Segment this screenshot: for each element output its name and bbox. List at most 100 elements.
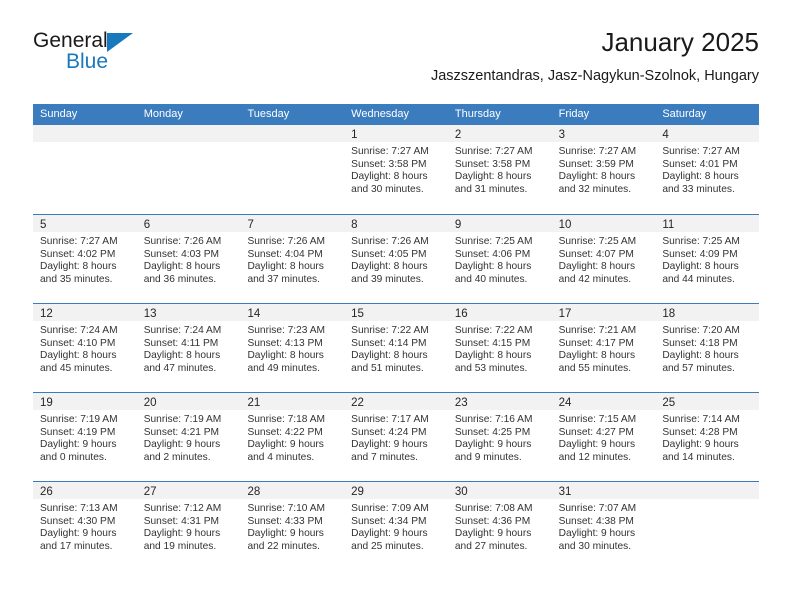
day-number: 30 xyxy=(454,486,468,498)
daylight-text: Daylight: 8 hours xyxy=(40,350,117,362)
day-number: 18 xyxy=(662,308,676,320)
calendar-day-cell[interactable]: 28 Sunrise: 7:10 AM Sunset: 4:33 PM Dayligh… xyxy=(240,482,345,570)
day-number: 12 xyxy=(40,308,53,320)
day-sun-info: Sunrise: 7:08 AM Sunset: 4:36 PM Daylight:… xyxy=(448,499,552,553)
day-number: 28 xyxy=(247,486,261,498)
calendar-day-cell[interactable]: 9 Sunrise: 7:25 AM Sunset: 4:06 PM Daylight… xyxy=(447,215,552,303)
calendar-day-cell[interactable]: 12 Sunrise: 7:24 AM Sunset: 4:10 PM Dayligh… xyxy=(33,304,137,392)
day-number-band: 31 xyxy=(551,482,656,499)
calendar-day-cell[interactable]: 27 Sunrise: 7:12 AM Sunset: 4:31 PM Dayligh… xyxy=(136,482,241,570)
calendar-day-cell[interactable]: 15 Sunrise: 7:22 AM Sunset: 4:14 PM Dayligh… xyxy=(344,304,448,392)
day-number-band: 6 xyxy=(136,215,241,232)
sunrise-text: Sunrise: 7:24 AM xyxy=(40,325,118,336)
calendar-day-cell[interactable]: 29 Sunrise: 7:09 AM Sunset: 4:34 PM Dayligh… xyxy=(344,482,448,570)
sunrise-text: Sunrise: 7:22 AM xyxy=(454,325,533,336)
calendar-day-cell[interactable]: 4 Sunrise: 7:27 AM Sunset: 4:01 PM Daylight… xyxy=(655,125,760,214)
day-sun-info: Sunrise: 7:26 AM Sunset: 4:04 PM Daylight:… xyxy=(240,232,344,286)
day-sun-info: Sunrise: 7:27 AM Sunset: 3:59 PM Daylight:… xyxy=(552,142,656,196)
calendar-day-cell[interactable]: 20 Sunrise: 7:19 AM Sunset: 4:21 PM Dayligh… xyxy=(136,393,241,481)
day-sun-info: Sunrise: 7:10 AM Sunset: 4:33 PM Daylight:… xyxy=(240,499,344,553)
sunset-text: Sunset: 4:04 PM xyxy=(247,248,323,260)
daylight-text: Daylight: 9 hours xyxy=(40,439,117,451)
daylight-text: and 49 minutes. xyxy=(247,362,320,374)
sunrise-text: Sunrise: 7:24 AM xyxy=(143,325,222,336)
day-sun-info xyxy=(240,142,344,146)
calendar-day-cell[interactable]: 3 Sunrise: 7:27 AM Sunset: 3:59 PM Daylight… xyxy=(551,125,656,214)
daylight-text: and 44 minutes. xyxy=(662,273,735,285)
sunset-text: Sunset: 4:22 PM xyxy=(247,426,323,438)
sunset-text: Sunset: 4:21 PM xyxy=(143,426,220,438)
day-number: 26 xyxy=(40,486,53,498)
calendar-day-cell-empty xyxy=(655,482,760,570)
brand-logo[interactable]: General Blue xyxy=(33,30,263,86)
daylight-text: and 32 minutes. xyxy=(558,183,632,195)
calendar-day-cell[interactable]: 23 Sunrise: 7:16 AM Sunset: 4:25 PM Dayligh… xyxy=(447,393,552,481)
sunset-text: Sunset: 4:36 PM xyxy=(454,515,531,527)
calendar-day-cell[interactable]: 6 Sunrise: 7:26 AM Sunset: 4:03 PM Daylight… xyxy=(136,215,241,303)
daylight-text: and 36 minutes. xyxy=(143,273,217,285)
calendar-weeks: 1 Sunrise: 7:27 AM Sunset: 3:58 PM Daylight… xyxy=(33,125,760,570)
day-sun-info xyxy=(655,499,759,503)
daylight-text: Daylight: 9 hours xyxy=(40,528,117,540)
sunrise-text: Sunrise: 7:19 AM xyxy=(40,414,118,425)
sunrise-text: Sunrise: 7:07 AM xyxy=(558,503,637,514)
daylight-text: Daylight: 8 hours xyxy=(247,350,324,362)
calendar-day-cell[interactable]: 17 Sunrise: 7:21 AM Sunset: 4:17 PM Dayligh… xyxy=(551,304,656,392)
daylight-text: Daylight: 9 hours xyxy=(143,528,221,540)
daylight-text: Daylight: 9 hours xyxy=(454,439,532,451)
sunrise-text: Sunrise: 7:26 AM xyxy=(143,236,222,247)
daylight-text: Daylight: 8 hours xyxy=(351,171,428,183)
calendar-day-cell[interactable]: 22 Sunrise: 7:17 AM Sunset: 4:24 PM Dayligh… xyxy=(344,393,448,481)
day-number: 16 xyxy=(454,308,468,320)
calendar-day-cell[interactable]: 18 Sunrise: 7:20 AM Sunset: 4:18 PM Dayligh… xyxy=(655,304,760,392)
calendar-day-cell[interactable]: 2 Sunrise: 7:27 AM Sunset: 3:58 PM Daylight… xyxy=(447,125,552,214)
calendar-day-cell[interactable]: 11 Sunrise: 7:25 AM Sunset: 4:09 PM Dayligh… xyxy=(655,215,760,303)
sunrise-text: Sunrise: 7:16 AM xyxy=(454,414,533,425)
sunrise-text: Sunrise: 7:22 AM xyxy=(351,325,429,336)
day-number-band: 7 xyxy=(240,215,345,232)
sunrise-text: Sunrise: 7:08 AM xyxy=(454,503,533,514)
calendar-day-cell[interactable]: 19 Sunrise: 7:19 AM Sunset: 4:19 PM Dayligh… xyxy=(33,393,137,481)
daylight-text: Daylight: 8 hours xyxy=(40,261,117,273)
calendar-day-cell[interactable]: 26 Sunrise: 7:13 AM Sunset: 4:30 PM Dayligh… xyxy=(33,482,137,570)
calendar-day-cell[interactable]: 8 Sunrise: 7:26 AM Sunset: 4:05 PM Daylight… xyxy=(344,215,448,303)
daylight-text: Daylight: 8 hours xyxy=(662,261,739,273)
sunset-text: Sunset: 4:13 PM xyxy=(247,337,323,349)
sunset-text: Sunset: 4:02 PM xyxy=(40,248,116,260)
day-number: 23 xyxy=(454,397,468,409)
day-number-band: 12 xyxy=(33,304,137,321)
daylight-text: Daylight: 8 hours xyxy=(662,171,739,183)
sunrise-text: Sunrise: 7:27 AM xyxy=(558,146,637,157)
day-sun-info: Sunrise: 7:22 AM Sunset: 4:14 PM Daylight:… xyxy=(344,321,448,375)
daylight-text: and 30 minutes. xyxy=(558,540,632,552)
page-subtitle: Jaszszentandras, Jasz-Nagykun-Szolnok, H… xyxy=(430,68,759,84)
sunset-text: Sunset: 4:14 PM xyxy=(351,337,427,349)
calendar-day-cell[interactable]: 10 Sunrise: 7:25 AM Sunset: 4:07 PM Dayligh… xyxy=(551,215,656,303)
calendar-day-cell[interactable]: 24 Sunrise: 7:15 AM Sunset: 4:27 PM Dayligh… xyxy=(551,393,656,481)
calendar-day-cell[interactable]: 5 Sunrise: 7:27 AM Sunset: 4:02 PM Daylight… xyxy=(33,215,137,303)
calendar-day-cell[interactable]: 21 Sunrise: 7:18 AM Sunset: 4:22 PM Dayligh… xyxy=(240,393,345,481)
calendar-day-cell-empty xyxy=(33,125,137,214)
day-sun-info: Sunrise: 7:07 AM Sunset: 4:38 PM Daylight:… xyxy=(552,499,656,553)
calendar-day-cell[interactable]: 16 Sunrise: 7:22 AM Sunset: 4:15 PM Dayligh… xyxy=(447,304,552,392)
day-number: 19 xyxy=(40,397,53,409)
calendar-day-cell[interactable]: 30 Sunrise: 7:08 AM Sunset: 4:36 PM Dayligh… xyxy=(447,482,552,570)
calendar-day-cell[interactable]: 25 Sunrise: 7:14 AM Sunset: 4:28 PM Dayligh… xyxy=(655,393,760,481)
day-number-band: 9 xyxy=(447,215,552,232)
weekday-header-sunday: Sunday xyxy=(40,108,78,120)
brand-name-general: General xyxy=(33,29,108,52)
day-number-band: 27 xyxy=(136,482,241,499)
sunrise-text: Sunrise: 7:25 AM xyxy=(558,236,637,247)
daylight-text: Daylight: 8 hours xyxy=(143,350,221,362)
daylight-text: and 19 minutes. xyxy=(143,540,217,552)
calendar-day-cell[interactable]: 14 Sunrise: 7:23 AM Sunset: 4:13 PM Dayligh… xyxy=(240,304,345,392)
calendar-day-cell[interactable]: 7 Sunrise: 7:26 AM Sunset: 4:04 PM Daylight… xyxy=(240,215,345,303)
daylight-text: Daylight: 8 hours xyxy=(143,261,221,273)
sunrise-text: Sunrise: 7:27 AM xyxy=(662,146,740,157)
sunset-text: Sunset: 4:05 PM xyxy=(351,248,427,260)
calendar-day-cell[interactable]: 13 Sunrise: 7:24 AM Sunset: 4:11 PM Dayligh… xyxy=(136,304,241,392)
sunrise-text: Sunrise: 7:23 AM xyxy=(247,325,326,336)
day-number: 4 xyxy=(662,129,669,141)
calendar-day-cell[interactable]: 31 Sunrise: 7:07 AM Sunset: 4:38 PM Dayligh… xyxy=(551,482,656,570)
calendar-day-cell[interactable]: 1 Sunrise: 7:27 AM Sunset: 3:58 PM Daylight… xyxy=(344,125,448,214)
